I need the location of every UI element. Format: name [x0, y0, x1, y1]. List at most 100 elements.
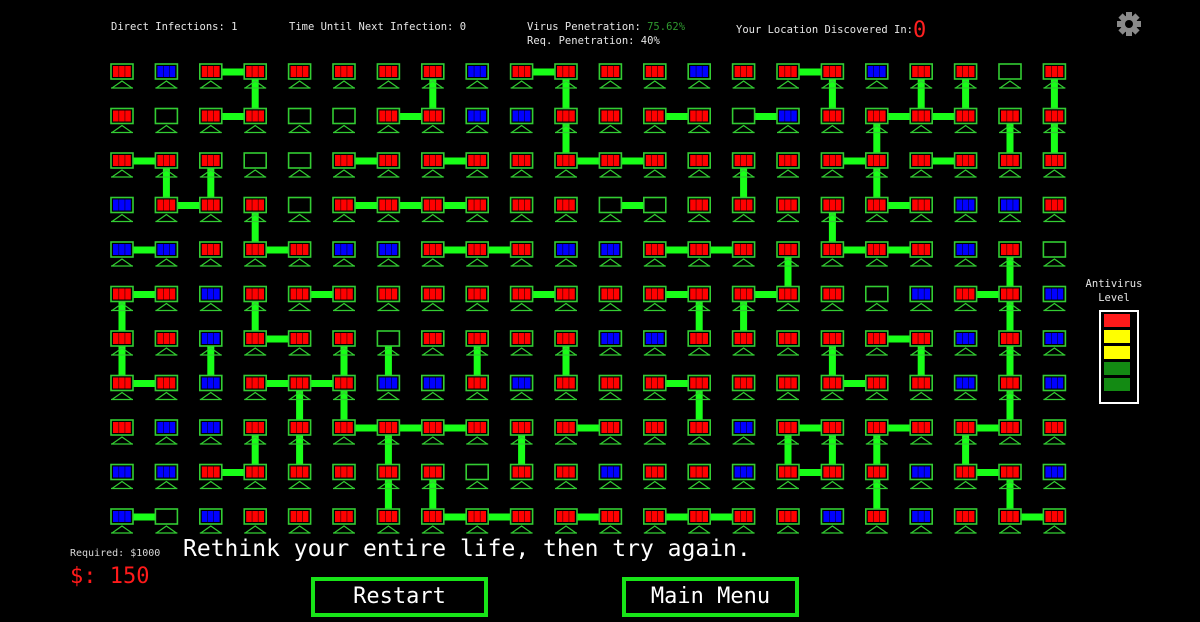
computer-node[interactable] [909, 374, 934, 401]
computer-node[interactable] [776, 463, 800, 490]
computer-node[interactable] [509, 463, 534, 490]
computer-node[interactable] [731, 463, 756, 490]
computer-node[interactable] [287, 63, 312, 89]
computer-node[interactable] [110, 152, 134, 178]
computer-node[interactable] [509, 285, 534, 312]
computer-node[interactable] [332, 196, 356, 223]
computer-node[interactable] [731, 107, 756, 134]
computer-node[interactable] [154, 419, 179, 445]
computer-node[interactable] [909, 463, 934, 490]
computer-node[interactable] [1042, 508, 1067, 534]
restart-button[interactable]: Restart [311, 577, 488, 617]
computer-node[interactable] [243, 463, 267, 490]
computer-node[interactable] [953, 196, 978, 223]
computer-node[interactable] [332, 285, 356, 312]
computer-node[interactable] [465, 508, 490, 534]
computer-node[interactable] [776, 63, 800, 89]
computer-node[interactable] [687, 463, 712, 490]
computer-node[interactable] [110, 374, 134, 401]
computer-node[interactable] [110, 463, 134, 490]
computer-node[interactable] [287, 241, 312, 267]
computer-node[interactable] [154, 330, 179, 356]
computer-node[interactable] [554, 508, 578, 534]
computer-node[interactable] [243, 152, 267, 178]
computer-node[interactable] [1042, 374, 1067, 401]
computer-node[interactable] [110, 241, 134, 267]
computer-node[interactable] [953, 508, 978, 534]
computer-node[interactable] [998, 152, 1022, 178]
computer-node[interactable] [642, 152, 667, 178]
computer-node[interactable] [199, 508, 223, 534]
computer-node[interactable] [598, 241, 623, 267]
computer-node[interactable] [376, 196, 401, 223]
computer-node[interactable] [642, 330, 667, 356]
computer-node[interactable] [110, 419, 134, 445]
computer-node[interactable] [465, 419, 490, 445]
computer-node[interactable] [909, 241, 934, 267]
computer-node[interactable] [598, 152, 623, 178]
computer-node[interactable] [776, 508, 800, 534]
computer-node[interactable] [332, 419, 356, 445]
computer-node[interactable] [953, 463, 978, 490]
computer-node[interactable] [1042, 196, 1067, 223]
computer-node[interactable] [332, 508, 356, 534]
computer-node[interactable] [642, 508, 667, 534]
computer-node[interactable] [287, 330, 312, 356]
computer-node[interactable] [642, 285, 667, 312]
computer-node[interactable] [110, 107, 134, 134]
computer-node[interactable] [376, 152, 401, 178]
computer-node[interactable] [154, 196, 179, 223]
computer-node[interactable] [953, 241, 978, 267]
computer-node[interactable] [953, 330, 978, 356]
computer-node[interactable] [554, 152, 578, 178]
computer-node[interactable] [465, 285, 490, 312]
computer-node[interactable] [465, 152, 490, 178]
computer-node[interactable] [687, 330, 712, 356]
computer-node[interactable] [998, 196, 1022, 223]
computer-node[interactable] [465, 374, 490, 401]
computer-node[interactable] [642, 463, 667, 490]
computer-node[interactable] [687, 241, 712, 267]
computer-node[interactable] [776, 107, 800, 134]
computer-node[interactable] [776, 330, 800, 356]
main-menu-button[interactable]: Main Menu [622, 577, 799, 617]
computer-node[interactable] [420, 285, 445, 312]
computer-node[interactable] [243, 374, 267, 401]
computer-node[interactable] [420, 241, 445, 267]
computer-node[interactable] [1042, 330, 1067, 356]
computer-node[interactable] [332, 63, 356, 89]
computer-node[interactable] [509, 330, 534, 356]
computer-node[interactable] [1042, 241, 1067, 267]
computer-node[interactable] [953, 285, 978, 312]
computer-node[interactable] [642, 419, 667, 445]
computer-node[interactable] [509, 63, 534, 89]
computer-node[interactable] [776, 196, 800, 223]
computer-node[interactable] [642, 241, 667, 267]
computer-node[interactable] [731, 63, 756, 89]
computer-node[interactable] [199, 374, 223, 401]
computer-node[interactable] [642, 196, 667, 223]
computer-node[interactable] [820, 508, 845, 534]
computer-node[interactable] [598, 330, 623, 356]
computer-node[interactable] [598, 463, 623, 490]
computer-node[interactable] [509, 107, 534, 134]
computer-node[interactable] [953, 107, 978, 134]
computer-node[interactable] [953, 152, 978, 178]
computer-node[interactable] [154, 107, 179, 134]
computer-node[interactable] [465, 196, 490, 223]
computer-node[interactable] [909, 285, 934, 312]
computer-node[interactable] [1042, 463, 1067, 490]
computer-node[interactable] [909, 152, 934, 178]
computer-node[interactable] [465, 463, 490, 490]
computer-node[interactable] [154, 285, 179, 312]
computer-node[interactable] [1042, 285, 1067, 312]
computer-node[interactable] [420, 107, 445, 134]
computer-node[interactable] [376, 508, 401, 534]
computer-node[interactable] [864, 285, 889, 312]
computer-node[interactable] [465, 241, 490, 267]
computer-node[interactable] [243, 508, 267, 534]
computer-node[interactable] [820, 374, 845, 401]
computer-node[interactable] [154, 63, 179, 89]
computer-node[interactable] [554, 196, 578, 223]
computer-node[interactable] [776, 152, 800, 178]
